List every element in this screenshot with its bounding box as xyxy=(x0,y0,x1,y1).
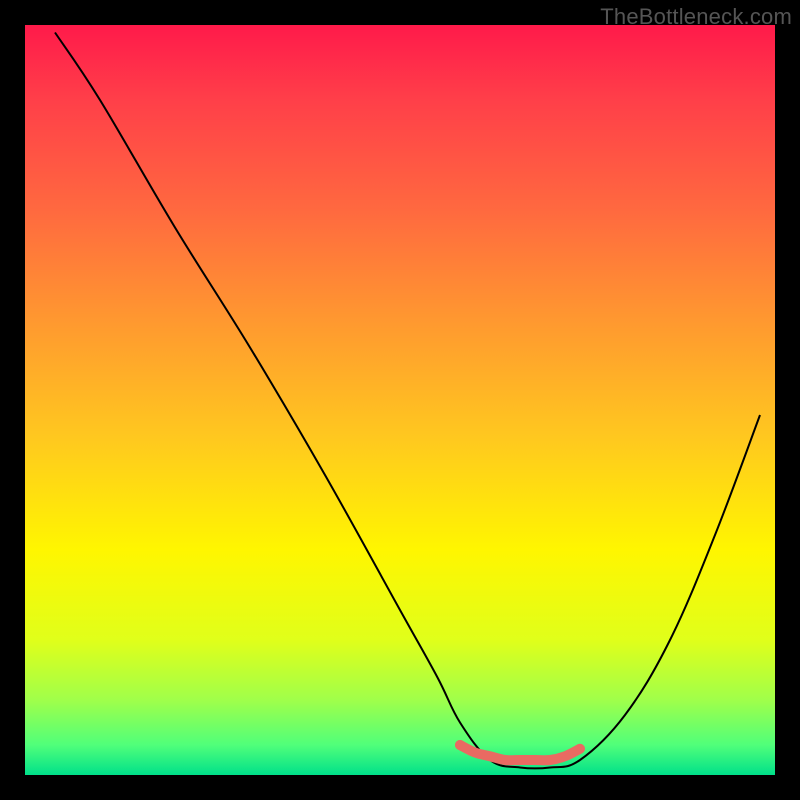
optimal-start-dot xyxy=(455,740,465,750)
chart-svg xyxy=(25,25,775,775)
chart-container: TheBottleneck.com xyxy=(0,0,800,800)
gradient-background xyxy=(25,25,775,775)
watermark-text: TheBottleneck.com xyxy=(600,4,792,30)
plot-area xyxy=(25,25,775,775)
